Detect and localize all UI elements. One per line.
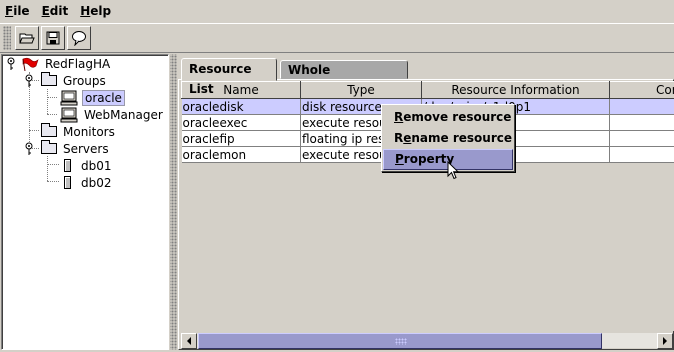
cell-comment: [609, 114, 674, 131]
menu-help-mnemonic: H: [80, 4, 91, 18]
expanded-key-icon: [7, 57, 15, 70]
scroll-left-button[interactable]: [181, 333, 197, 349]
column-header-type[interactable]: Type: [300, 81, 422, 99]
tree-node-webmanager[interactable]: WebManager: [60, 106, 165, 123]
computer-icon: [60, 107, 78, 122]
expanded-key-icon: [25, 74, 33, 87]
table-header: Name Type Resource Information Com: [181, 81, 674, 99]
menu-file-label: ile: [13, 4, 30, 18]
tree-node-servers[interactable]: Servers: [23, 140, 111, 157]
menu-item-label: emove resource: [403, 110, 512, 124]
tab-resource-list[interactable]: Resource List: [181, 58, 277, 96]
tree-node-groups[interactable]: Groups: [23, 72, 108, 89]
cell-name: oracledisk: [181, 98, 301, 115]
server-icon: [64, 159, 71, 172]
column-header-resource-information[interactable]: Resource Information: [421, 81, 610, 99]
cell-comment: [609, 130, 674, 147]
cell-name: oraclemon: [181, 146, 301, 163]
horizontal-scrollbar[interactable]: [181, 332, 673, 349]
scroll-thumb[interactable]: [198, 333, 602, 349]
split-pane-divider[interactable]: [170, 54, 177, 350]
menu-help[interactable]: Help: [74, 0, 117, 22]
toolbar: [0, 23, 674, 53]
column-header-comment[interactable]: Com: [609, 81, 674, 99]
thumb-grip: [395, 338, 407, 345]
tree-root-label: RedFlagHA: [45, 56, 111, 71]
tree-groups-label: Groups: [63, 73, 106, 88]
menu-item-label: R: [394, 131, 404, 145]
open-button[interactable]: [15, 26, 39, 50]
mnemonic: R: [394, 110, 404, 124]
tree-line: [47, 97, 57, 98]
cell-name: oracleexec: [181, 114, 301, 131]
menu-edit-mnemonic: E: [41, 4, 50, 18]
tab-whole-dependence[interactable]: Whole Dependence: [280, 60, 408, 95]
cell-comment: [609, 146, 674, 163]
computer-icon: [60, 90, 78, 105]
menu-edit[interactable]: Edit: [36, 0, 75, 22]
menu-bar: File Edit Help: [0, 0, 674, 22]
menu-edit-label: dit: [49, 4, 69, 18]
save-button[interactable]: [41, 26, 65, 50]
tree-line: [29, 130, 39, 131]
resource-panel: Resource List Whole Dependence Name Type…: [178, 54, 674, 350]
tree-webmanager-label: WebManager: [84, 107, 163, 122]
folder-icon: [41, 72, 57, 86]
tree-node-db02[interactable]: db02: [64, 174, 114, 191]
tree-root[interactable]: RedFlagHA: [5, 55, 112, 72]
tree-line: [47, 156, 48, 181]
tree-line: [47, 164, 59, 165]
tree-servers-label: Servers: [63, 141, 109, 156]
menu-item-rename-resource[interactable]: Rename resource: [383, 128, 513, 149]
tree-node-db01[interactable]: db01: [64, 157, 114, 174]
menu-help-label: elp: [90, 4, 112, 18]
cell-name: oraclefip: [181, 130, 301, 147]
tree-line: [47, 181, 59, 182]
folder-icon: [41, 140, 57, 154]
open-folder-icon: [19, 33, 35, 44]
save-icon: [46, 31, 60, 45]
tab-strip: Resource List Whole Dependence: [178, 58, 674, 96]
tree-node-monitors[interactable]: Monitors: [41, 123, 117, 140]
arrow-right-icon: [663, 337, 667, 345]
folder-icon: [41, 123, 57, 137]
comment-button[interactable]: [67, 26, 91, 50]
tree-line: [47, 114, 57, 115]
resource-tree[interactable]: RedFlagHA Groups oracle WebManager Monit…: [1, 54, 169, 350]
tree-node-oracle[interactable]: oracle: [60, 89, 125, 106]
toolbar-grip[interactable]: [3, 26, 11, 50]
menu-file[interactable]: File: [0, 0, 36, 22]
menu-file-mnemonic: F: [5, 4, 14, 18]
menu-item-label: name resource: [411, 131, 513, 145]
server-icon: [64, 176, 71, 189]
tree-line: [47, 89, 48, 114]
expanded-key-icon: [25, 142, 33, 155]
tree-oracle-label: oracle: [82, 89, 125, 106]
menu-item-remove-resource[interactable]: Remove resource: [383, 107, 513, 128]
cell-comment: [609, 98, 674, 115]
mnemonic: P: [395, 152, 404, 166]
mouse-pointer-icon: [447, 161, 459, 180]
tree-db01-label: db01: [81, 158, 112, 173]
scroll-right-button[interactable]: [657, 333, 673, 349]
tree-monitors-label: Monitors: [63, 124, 115, 139]
tree-db02-label: db02: [81, 175, 112, 190]
speech-bubble-icon: [72, 31, 86, 46]
red-flag-icon: [22, 57, 39, 71]
arrow-left-icon: [187, 337, 191, 345]
